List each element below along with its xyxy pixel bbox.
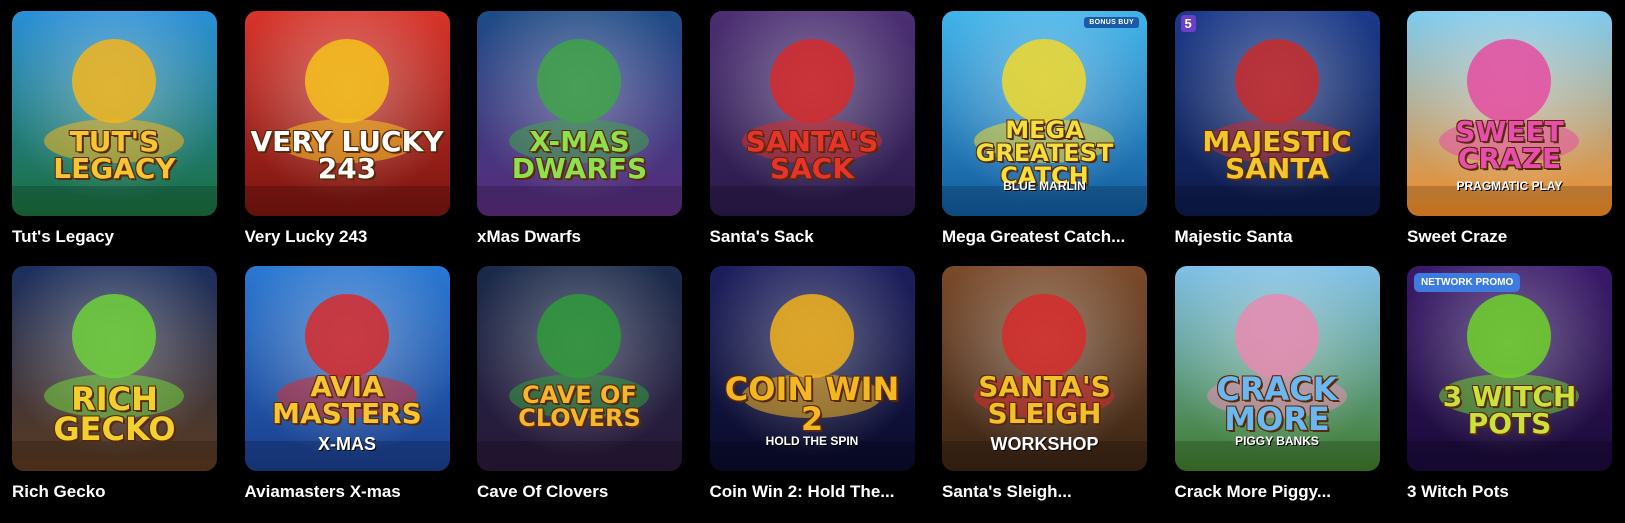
game-title[interactable]: Rich Gecko	[12, 482, 217, 504]
game-card[interactable]: Crack More Piggy Banks Crack More Piggy.…	[1174, 266, 1380, 504]
games-grid: Tut's Legacy Tut's Legacy	[12, 11, 1612, 504]
game-art-subtitle: X-Mas	[318, 434, 376, 454]
game-thumbnail[interactable]: Tut's Legacy	[12, 11, 217, 216]
fish-icon	[1002, 39, 1086, 123]
game-art-title: Very Lucky 243	[250, 125, 444, 185]
santa-icon	[1002, 294, 1086, 378]
leprechaun-icon	[537, 294, 621, 378]
game-art-title: Cave of Clovers	[518, 381, 641, 432]
game-art-title: Coin Win 2	[724, 370, 900, 439]
game-thumbnail[interactable]: Crack More Piggy Banks	[1174, 266, 1380, 471]
game-title[interactable]: Crack More Piggy...	[1175, 482, 1380, 504]
game-thumbnail[interactable]: Sweet Craze Pragmatic Play	[1407, 11, 1612, 216]
gift-icon	[537, 39, 621, 123]
game-art-title: Mega Greatest Catch	[975, 116, 1114, 190]
game-thumbnail[interactable]: 3 Witch Pots NETWORK PROMO	[1407, 266, 1612, 471]
game-thumbnail[interactable]: Rich Gecko	[12, 266, 217, 471]
game-title[interactable]: Tut's Legacy	[12, 227, 217, 249]
game-title[interactable]: Majestic Santa	[1175, 227, 1380, 249]
game-title[interactable]: 3 Witch Pots	[1407, 482, 1612, 504]
sleigh-icon	[769, 39, 854, 123]
game-thumbnail[interactable]: Mega Greatest Catch Blue Marlin BONUS BU…	[942, 11, 1147, 216]
game-art-title: Sweet Craze	[1455, 115, 1564, 175]
game-thumbnail[interactable]: Santa's Sack	[709, 11, 915, 216]
santa-icon	[1234, 39, 1319, 123]
gecko-icon	[72, 294, 156, 378]
game-art-title: Santa's Sack	[745, 125, 879, 185]
game-art-title: Avia Masters	[272, 370, 422, 430]
game-card[interactable]: Mega Greatest Catch Blue Marlin BONUS BU…	[942, 11, 1147, 249]
game-card[interactable]: Santa's Sleigh Workshop Santa's Sleigh..…	[942, 266, 1147, 504]
game-title[interactable]: Mega Greatest Catch...	[942, 227, 1147, 249]
game-card[interactable]: Very Lucky 243 Very Lucky 243	[244, 11, 450, 249]
game-art-title: Crack More	[1216, 370, 1338, 439]
game-thumbnail[interactable]: Very Lucky 243	[244, 11, 450, 216]
game-badge: NETWORK PROMO	[1414, 273, 1521, 292]
game-title[interactable]: Santa's Sleigh...	[942, 482, 1147, 504]
game-art-title: Santa's Sleigh	[978, 370, 1111, 430]
game-card[interactable]: 3 Witch Pots NETWORK PROMO 3 Witch Pots	[1407, 266, 1612, 504]
game-card[interactable]: Sweet Craze Pragmatic Play Sweet Craze	[1407, 11, 1612, 249]
game-title[interactable]: Very Lucky 243	[245, 227, 450, 249]
game-thumbnail[interactable]: Coin Win 2 Hold the Spin	[709, 266, 915, 471]
plane-icon	[304, 294, 389, 378]
game-card[interactable]: Avia Masters X-Mas Aviamasters X-mas	[244, 266, 450, 504]
game-art-subtitle: Hold the Spin	[765, 434, 859, 448]
game-art-title: 3 Witch Pots	[1442, 380, 1577, 440]
game-art-title: X-Mas Dwarfs	[511, 125, 648, 185]
game-card[interactable]: Santa's Sack Santa's Sack	[709, 11, 915, 249]
candy-icon	[1467, 39, 1551, 123]
game-title[interactable]: Sweet Craze	[1407, 227, 1612, 249]
game-title[interactable]: Cave Of Clovers	[477, 482, 682, 504]
game-card[interactable]: Majestic Santa 5 Majestic Santa	[1174, 11, 1380, 249]
game-card[interactable]: X-Mas Dwarfs xMas Dwarfs	[477, 11, 682, 249]
game-art-title: Rich Gecko	[53, 380, 176, 449]
game-art-subtitle: Blue Marlin	[1003, 179, 1086, 193]
game-thumbnail[interactable]: Majestic Santa 5	[1174, 11, 1380, 216]
turtle-icon	[304, 39, 389, 123]
game-card[interactable]: Tut's Legacy Tut's Legacy	[12, 11, 217, 249]
game-art-subtitle: Workshop	[990, 434, 1099, 454]
game-badge: 5	[1180, 15, 1196, 32]
game-title[interactable]: Coin Win 2: Hold The...	[710, 482, 915, 504]
game-thumbnail[interactable]: Avia Masters X-Mas	[244, 266, 450, 471]
game-art-subtitle: Pragmatic Play	[1456, 179, 1563, 193]
game-title[interactable]: xMas Dwarfs	[477, 227, 682, 249]
game-title[interactable]: Santa's Sack	[710, 227, 915, 249]
game-art-subtitle: Piggy Banks	[1235, 434, 1319, 448]
coin-icon	[769, 294, 854, 378]
game-card[interactable]: Rich Gecko Rich Gecko	[12, 266, 217, 504]
game-art-title: Tut's Legacy	[53, 125, 176, 185]
game-thumbnail[interactable]: Santa's Sleigh Workshop	[942, 266, 1147, 471]
game-badge: BONUS BUY	[1084, 17, 1139, 28]
game-thumbnail[interactable]: Cave of Clovers	[477, 266, 682, 471]
game-card[interactable]: Cave of Clovers Cave Of Clovers	[477, 266, 682, 504]
game-title[interactable]: Aviamasters X-mas	[245, 482, 450, 504]
game-thumbnail[interactable]: X-Mas Dwarfs	[477, 11, 682, 216]
pig-icon	[1234, 294, 1319, 378]
game-card[interactable]: Coin Win 2 Hold the Spin Coin Win 2: Hol…	[709, 266, 915, 504]
game-art-title: Majestic Santa	[1202, 125, 1352, 185]
witch-icon	[1467, 294, 1551, 378]
pharaoh-icon	[72, 39, 156, 123]
